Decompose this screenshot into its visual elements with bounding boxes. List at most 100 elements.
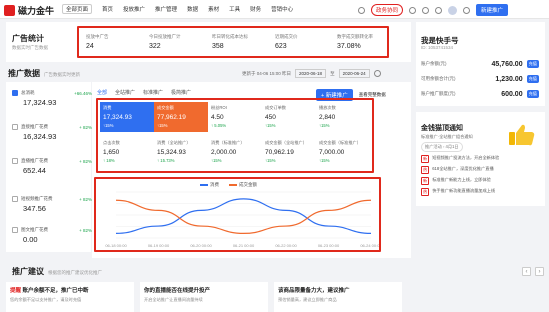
side-metric-label: 直播推广花费 (21, 158, 48, 163)
overview-subtitle: 数据实时广告数据 (12, 45, 48, 50)
metric-change: ↑15% (157, 123, 168, 128)
tab-all[interactable]: 全部 (97, 89, 107, 96)
metric-change: ↑15% (319, 123, 330, 128)
side-metric[interactable]: 图文推广花费 + 82% 0.00 (12, 227, 92, 244)
side-metric[interactable]: 直接推广花费 + 82% 16,324.93 (12, 124, 92, 141)
avatar[interactable] (448, 5, 458, 15)
notice-line[interactable]: 新短视频推广投流方法，开启全新体验 (421, 155, 539, 163)
create-promotion-button[interactable]: 新建推广 (476, 4, 509, 16)
side-metric[interactable]: 总消耗 +66.46% 17,324.93 (12, 90, 92, 107)
metric-card[interactable]: 消费（标准推广） 2,000.00 ↑15% (208, 137, 262, 167)
metric-card[interactable]: 粉丝ROI 4.50 ↑ 5.05% (208, 102, 262, 132)
metric-label: 消费（全站推广） (157, 140, 191, 145)
notice-tag: 热 (421, 166, 430, 174)
suggestion-card[interactable]: 你的直播能否在线提升投产 开启全站推广让直播间流量持续 (140, 282, 268, 312)
checkbox-icon[interactable] (12, 227, 18, 233)
overview-item-value: 358 (212, 43, 224, 50)
x-tick-label: 06-23 00:00 (318, 243, 340, 248)
notification-icon[interactable] (435, 6, 443, 14)
overview-item-label: 今日投放推广计 (149, 34, 181, 39)
metric-change: ↑ 5.05% (211, 123, 227, 128)
update-time-label: 更新于 04-06 15:00 昨日 (242, 70, 292, 76)
logo-icon (4, 5, 15, 16)
overview-item: 数字成交额转化率 37.08% (337, 34, 373, 50)
series-line-0[interactable] (115, 198, 372, 234)
chevron-right-icon[interactable]: › (535, 267, 544, 276)
account-row-value: 600.00 (501, 90, 523, 98)
account-row: 账户推广额度(元) 600.00 充值 (421, 90, 539, 98)
tab-standard[interactable]: 标准推广 (143, 89, 163, 96)
overview-item-value: 623 (275, 43, 287, 50)
checkbox-icon[interactable] (12, 158, 18, 164)
suggestion-card[interactable]: 提醒 账户余额不足，推广已中断 您的余额不足以支持推广，请及时充值 (6, 282, 134, 312)
metric-card[interactable]: 成交订单数 450 ↑15% (262, 102, 316, 132)
metric-card[interactable]: 成交金额 77,962.19 ↑15% (154, 102, 208, 132)
settings-icon[interactable] (463, 6, 471, 14)
brand-logo[interactable]: 磁力金牛 (4, 4, 54, 17)
help-icon[interactable] (422, 6, 430, 14)
x-tick-label: 06-24 00:00 (360, 243, 379, 248)
nav-item-marketing[interactable]: 营销中心 (271, 5, 293, 14)
nav-item-manage[interactable]: 推广管理 (155, 5, 177, 14)
side-metric-value: 347.56 (23, 204, 46, 213)
metric-label: 播放次数 (319, 105, 336, 110)
nav-item-launch[interactable]: 投放推广 (123, 5, 145, 14)
date-end-input[interactable]: 2020-06-24 (338, 69, 370, 78)
date-start-input[interactable]: 2020-06-18 (295, 69, 327, 78)
notice-line[interactable]: 热 618全站推广，深度优化推广直播 (421, 166, 539, 174)
account-row-value: 45,760.00 (491, 60, 523, 68)
side-metric-change: + 82% (79, 124, 92, 130)
metric-card[interactable]: 消费（全站推广） 15,324.93 ↑ 15.73% (154, 137, 208, 167)
series-line-1[interactable] (115, 199, 372, 235)
chevron-left-icon[interactable]: ‹ (522, 267, 531, 276)
metric-card[interactable]: 成交金额（标准推广） 7,000.00 ↑15% (316, 137, 370, 167)
recharge-button[interactable]: 充值 (526, 60, 539, 68)
tab-simple[interactable]: 极简推广 (171, 89, 191, 96)
nav-item-assets[interactable]: 素材 (208, 5, 219, 14)
side-metric-value: 0.00 (23, 235, 38, 244)
logo-text: 磁力金牛 (18, 6, 55, 16)
recharge-button[interactable]: 充值 (526, 75, 539, 83)
side-metric[interactable]: 短视频推广花费 + 82% 347.56 (12, 196, 92, 213)
metric-value: 15,324.93 (157, 149, 186, 156)
metric-value: 1,650 (103, 149, 120, 156)
search-icon[interactable] (358, 6, 365, 14)
nav-item-finance[interactable]: 财务 (250, 5, 261, 14)
metric-label: 成交金额（标准推广） (319, 140, 361, 145)
nav-item-data[interactable]: 数据 (187, 5, 198, 14)
suggestion-card[interactable]: 该商品限量备力大，建议推广 预估销量高，建议立即推广商品 (274, 282, 402, 312)
metric-change: ↑15% (319, 158, 330, 163)
notice-line[interactable]: 热快手推广新功能直播流量加成上线 (421, 188, 539, 196)
suggestion-title: 账户余额不足，推广已中断 (22, 288, 89, 294)
metric-card[interactable]: 播放次数 2,840 ↑15% (316, 102, 370, 132)
side-metric-value: 16,324.93 (23, 132, 57, 141)
side-metric-value: 652.44 (23, 166, 46, 175)
checkbox-icon[interactable] (12, 124, 18, 130)
side-metric-value: 17,324.93 (23, 98, 57, 107)
account-row-value: 1,230.00 (495, 75, 523, 83)
nav-item-home[interactable]: 首页 (102, 5, 113, 14)
metric-card[interactable]: 成交金额（全站推广） 70,962.19 ↑15% (262, 137, 316, 167)
notice-line[interactable]: 新标准推广新能力上线，立即体验 (421, 177, 539, 185)
nav-item-tools[interactable]: 工具 (229, 5, 240, 14)
metric-card[interactable]: 消费 17,324.93 ↑15% (100, 102, 154, 132)
checkbox-icon[interactable] (12, 90, 18, 96)
promo-data-subtitle: 广告数据实时更新 (44, 72, 80, 77)
tab-full-site[interactable]: 全站推广 (115, 89, 135, 96)
metric-label: 成交金额（全站推广） (265, 140, 307, 145)
suggestions-header: 推广建议 根据您的推广建议优化推广 (12, 266, 102, 277)
account-id: ID: 1053741534 (421, 45, 454, 50)
suggestion-desc: 开启全站推广让直播间流量持续 (144, 297, 203, 302)
side-metric[interactable]: 直播推广花费 + 82% 652.44 (12, 158, 92, 175)
service-pill[interactable]: 政务协同 (371, 4, 404, 16)
metric-value: 77,962.19 (157, 114, 186, 121)
message-icon[interactable] (409, 6, 417, 14)
calendar-icon[interactable] (373, 70, 381, 77)
recharge-button[interactable]: 充值 (526, 90, 539, 98)
metric-card[interactable]: 点击次数 1,650 ↑ 18% (100, 137, 154, 167)
account-row-label: 账户推广额度(元) (421, 91, 456, 96)
metric-label: 成交金额 (157, 105, 174, 110)
notice-badge[interactable]: 推广活动 ◦ 4月1日 (421, 142, 463, 152)
checkbox-icon[interactable] (12, 196, 18, 202)
nav-item-all-pages[interactable]: 全部页面 (62, 4, 93, 14)
